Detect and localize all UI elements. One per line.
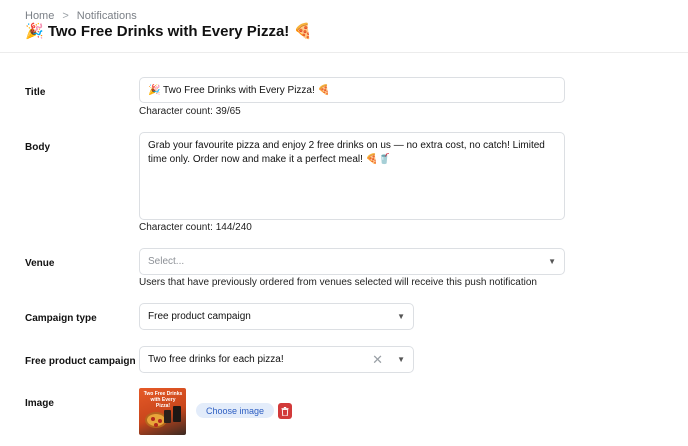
chevron-down-icon: ▼ xyxy=(397,312,405,321)
chevron-right-icon: > xyxy=(62,10,69,22)
drink-graphic xyxy=(173,406,181,422)
free-product-campaign-label: Free product campaign xyxy=(25,356,136,367)
breadcrumb-current: Notifications xyxy=(76,10,137,22)
campaign-type-value: Free product campaign xyxy=(148,311,251,322)
free-product-campaign-value: Two free drinks for each pizza! xyxy=(148,354,284,365)
title-input-value: 🎉 Two Free Drinks with Every Pizza! 🍕 xyxy=(148,84,330,96)
breadcrumb: Home > Notifications xyxy=(25,10,137,22)
select-controls: ✕ ▼ xyxy=(372,352,405,368)
venue-select-placeholder: Select... xyxy=(148,256,185,267)
body-label: Body xyxy=(25,142,50,153)
delete-image-button[interactable] xyxy=(278,403,292,419)
body-char-count: Character count: 144/240 xyxy=(139,222,252,233)
campaign-type-label: Campaign type xyxy=(25,313,97,324)
breadcrumb-home-link[interactable]: Home xyxy=(25,10,54,22)
choose-image-button[interactable]: Choose image xyxy=(196,403,275,418)
campaign-type-select[interactable]: Free product campaign ▼ xyxy=(139,303,414,330)
body-textarea[interactable]: Grab your favourite pizza and enjoy 2 fr… xyxy=(139,132,565,220)
venue-help-text: Users that have previously ordered from … xyxy=(139,277,537,288)
free-product-campaign-select[interactable]: Two free drinks for each pizza! ✕ ▼ xyxy=(139,346,414,373)
venue-label: Venue xyxy=(25,258,55,269)
image-label: Image xyxy=(25,398,54,409)
clear-icon[interactable]: ✕ xyxy=(372,352,383,368)
drink-graphic xyxy=(164,410,171,423)
venue-select[interactable]: Select... ▼ xyxy=(139,248,565,275)
trash-icon xyxy=(281,406,289,416)
title-char-count: Character count: 39/65 xyxy=(139,106,241,117)
page-title: 🎉 Two Free Drinks with Every Pizza! 🍕 xyxy=(25,23,313,40)
body-textarea-value: Grab your favourite pizza and enjoy 2 fr… xyxy=(148,140,545,165)
chevron-down-icon: ▼ xyxy=(548,257,556,266)
header-divider xyxy=(0,52,688,53)
chevron-down-icon: ▼ xyxy=(397,355,405,364)
title-input[interactable]: 🎉 Two Free Drinks with Every Pizza! 🍕 xyxy=(139,77,565,103)
title-label: Title xyxy=(25,87,46,98)
image-thumbnail: Two Free Drinks with Every Pizza! xyxy=(139,388,186,435)
